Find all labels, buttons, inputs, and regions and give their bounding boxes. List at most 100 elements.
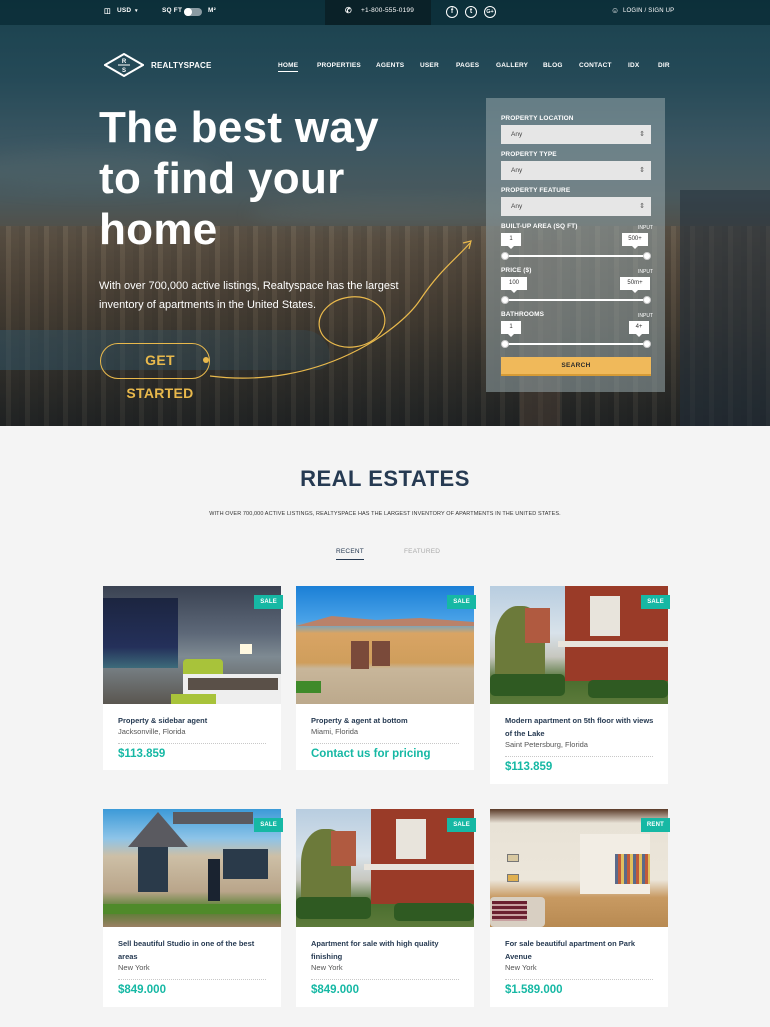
listing-card[interactable]: SALE Apartment for sale with high qualit…: [296, 809, 476, 1007]
price-max-input[interactable]: 50m+: [620, 277, 650, 293]
listing-card[interactable]: SALE Property & agent at bottom Miami, F…: [296, 586, 476, 770]
type-label: PROPERTY TYPE: [501, 151, 557, 158]
hedge: [588, 680, 668, 698]
area-min-input[interactable]: 1: [501, 233, 521, 249]
divider: [118, 743, 266, 744]
listing-card[interactable]: SALE Sell beautiful Studio in one of the…: [103, 809, 283, 1007]
listing-title[interactable]: Sell beautiful Studio in one of the best…: [118, 937, 273, 963]
type-value: Any: [511, 167, 523, 174]
search-button-label: SEARCH: [561, 362, 591, 369]
divider: [505, 979, 653, 980]
chevron-down-icon[interactable]: ▾: [135, 8, 138, 14]
nav-contact[interactable]: CONTACT: [579, 62, 612, 69]
logo-icon[interactable]: R S: [104, 53, 144, 77]
bathrooms-max-input[interactable]: 4+: [629, 321, 649, 337]
lawn: [103, 904, 281, 914]
feature-select[interactable]: Any ⇕: [501, 197, 651, 216]
unit-toggle[interactable]: [184, 8, 202, 16]
listing-price: $1.589.000: [505, 984, 563, 996]
bay-window: [590, 596, 620, 636]
section-title: REAL ESTATES: [300, 466, 470, 491]
google-plus-icon[interactable]: G+: [484, 6, 496, 18]
listing-title[interactable]: Property & sidebar agent: [118, 714, 273, 727]
select-arrows-icon: ⇕: [639, 167, 645, 174]
price-min-handle[interactable]: [501, 296, 509, 304]
bathrooms-min-handle[interactable]: [501, 340, 509, 348]
listing-price: $849.000: [118, 984, 166, 996]
twitter-icon[interactable]: t: [465, 6, 477, 18]
divider: [311, 743, 459, 744]
type-select[interactable]: Any ⇕: [501, 161, 651, 180]
price-max-handle[interactable]: [643, 296, 651, 304]
user-icon: ☺: [611, 6, 620, 15]
divider: [311, 979, 459, 980]
listing-title[interactable]: Apartment for sale with high quality fin…: [311, 937, 466, 963]
bathrooms-input-toggle[interactable]: INPUT: [638, 313, 653, 319]
price-input-toggle[interactable]: INPUT: [638, 269, 653, 275]
currency-icon: ◫: [104, 8, 111, 15]
listing-location: Jacksonville, Florida: [118, 727, 186, 736]
nav-blog[interactable]: BLOG: [543, 62, 563, 69]
large-window: [223, 849, 268, 879]
location-value: Any: [511, 131, 523, 138]
bathrooms-max-handle[interactable]: [643, 340, 651, 348]
area-max-input[interactable]: 500+: [622, 233, 648, 249]
listing-price: Contact us for pricing: [311, 748, 431, 760]
price-min-input[interactable]: 100: [501, 277, 527, 293]
feature-label: PROPERTY FEATURE: [501, 187, 571, 194]
tab-featured[interactable]: FEATURED: [404, 548, 440, 555]
hedge: [394, 903, 474, 921]
select-arrows-icon: ⇕: [639, 203, 645, 210]
currency-selector[interactable]: USD: [117, 7, 131, 14]
area-range-track: [505, 255, 647, 257]
nav-pages[interactable]: PAGES: [456, 62, 479, 69]
listing-title[interactable]: For sale beautiful apartment on Park Ave…: [505, 937, 660, 963]
unit-label-sqft: SQ FT: [162, 7, 183, 14]
hero-title: The best way to find your home: [99, 103, 379, 254]
tab-recent[interactable]: RECENT: [336, 548, 364, 560]
nav-dir[interactable]: DIR: [658, 62, 670, 69]
large-window: [138, 847, 168, 892]
login-signup-link[interactable]: LOGIN / SIGN UP: [623, 8, 674, 14]
nav-idx[interactable]: IDX: [628, 62, 639, 69]
listing-title[interactable]: Modern apartment on 5th floor with views…: [505, 714, 660, 740]
listing-title[interactable]: Property & agent at bottom: [311, 714, 466, 727]
price-label: PRICE ($): [501, 267, 532, 274]
listing-card[interactable]: SALE Property & sidebar agent Jacksonvil…: [103, 586, 283, 770]
area-min-handle[interactable]: [501, 252, 509, 260]
brand-name[interactable]: REALTYSPACE: [151, 61, 212, 70]
bathrooms-range-track: [505, 343, 647, 345]
bathrooms-min-input[interactable]: 1: [501, 321, 521, 337]
location-select[interactable]: Any ⇕: [501, 125, 651, 144]
area-max-handle[interactable]: [643, 252, 651, 260]
hedge: [296, 897, 371, 919]
feature-value: Any: [511, 203, 523, 210]
garage-door: [351, 641, 369, 669]
price-range-track: [505, 299, 647, 301]
garage-door: [372, 641, 390, 666]
nav-agents[interactable]: AGENTS: [376, 62, 404, 69]
listing-card[interactable]: RENT For sale beautiful apartment on Par…: [490, 809, 670, 1007]
wall-art: [507, 874, 519, 882]
facebook-icon[interactable]: f: [446, 6, 458, 18]
select-arrows-icon: ⇕: [639, 131, 645, 138]
nav-gallery[interactable]: GALLERY: [496, 62, 528, 69]
area-input-toggle[interactable]: INPUT: [638, 225, 653, 231]
nav-properties[interactable]: PROPERTIES: [317, 62, 361, 69]
phone-number[interactable]: +1-800-555-0199: [361, 7, 414, 14]
get-started-button[interactable]: GET STARTED: [100, 343, 210, 401]
status-badge: SALE: [641, 595, 670, 609]
logo-letter-bottom: S: [122, 68, 126, 74]
porch-roof: [364, 864, 474, 870]
listing-location: New York: [118, 963, 150, 972]
logo-letter-top: R: [122, 59, 127, 65]
divider: [118, 979, 266, 980]
search-button[interactable]: SEARCH: [501, 357, 651, 376]
phone-box: ✆ +1-800-555-0199: [325, 0, 431, 25]
nav-user[interactable]: USER: [420, 62, 439, 69]
listing-card[interactable]: SALE Modern apartment on 5th floor with …: [490, 586, 670, 784]
nav-home[interactable]: HOME: [278, 62, 299, 72]
listing-location: Miami, Florida: [311, 727, 359, 736]
lawn: [296, 681, 321, 693]
search-panel: PROPERTY LOCATION Any ⇕ PROPERTY TYPE Any…: [486, 98, 665, 392]
